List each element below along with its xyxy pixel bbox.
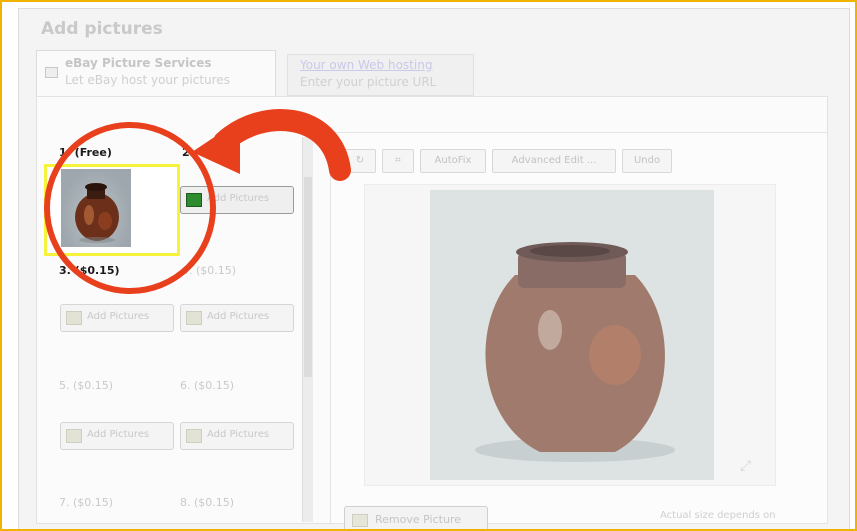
screenshot-frame: Add pictures eBay Picture Services Let e… xyxy=(0,0,857,531)
circle-annotation xyxy=(44,122,216,294)
annotation-overlay xyxy=(44,109,351,294)
arrow-annotation xyxy=(213,109,351,181)
